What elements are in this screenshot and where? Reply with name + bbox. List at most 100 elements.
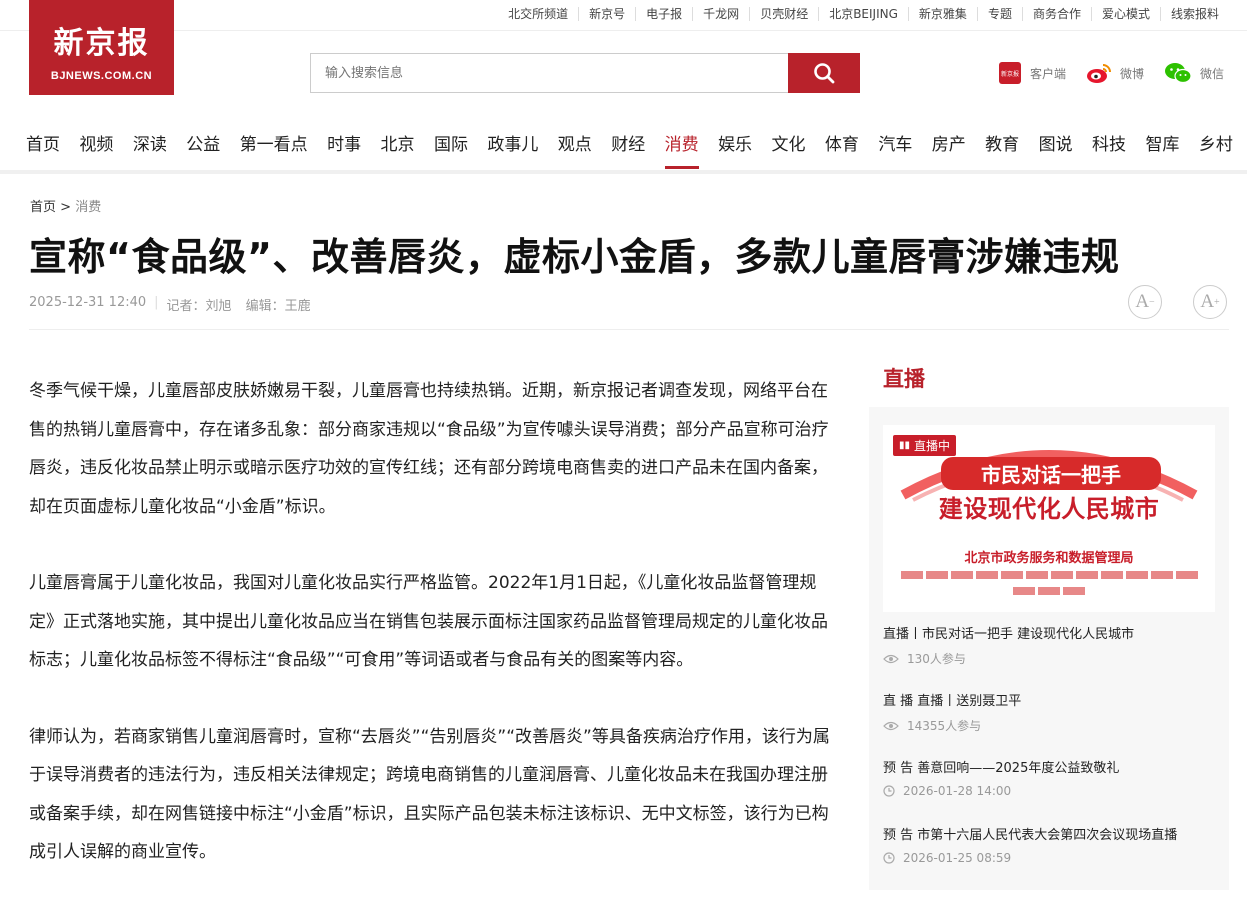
top-link[interactable]: 爱心模式 — [1090, 7, 1160, 21]
nav-item-finance[interactable]: 财经 — [611, 130, 645, 155]
live-item[interactable]: 直播丨市民对话一把手 建设现代化人民城市 130人参与 — [883, 623, 1223, 667]
minus-icon: − — [1149, 296, 1155, 308]
top-link[interactable]: 新京雅集 — [907, 7, 977, 21]
live-item[interactable]: 预 告 市第十六届人民代表大会第四次会议现场直播 2026-01-25 08:5… — [883, 824, 1223, 865]
weibo-link[interactable]: 微博 — [1086, 61, 1144, 85]
nav-item-first[interactable]: 第一看点 — [240, 130, 308, 155]
sidebar-title: 直播 — [883, 367, 925, 391]
live-item[interactable]: 直 播 直播丨送别聂卫平 14355人参与 — [883, 690, 1223, 734]
live-item[interactable]: 预 告 善意回响——2025年度公益致敬礼 2026-01-28 14:00 — [883, 757, 1223, 798]
top-link[interactable]: 新京号 — [578, 7, 635, 21]
live-item-sub: 130人参与 — [907, 652, 966, 666]
live-badge: ▮▮ 直播中 — [893, 435, 957, 456]
clock-icon — [883, 852, 895, 864]
top-link[interactable]: 北交所频道 — [498, 7, 578, 21]
banner-partner-logos — [891, 571, 1207, 599]
nav-item-culture[interactable]: 文化 — [771, 130, 805, 155]
wechat-icon — [1164, 62, 1192, 84]
breadcrumb-home[interactable]: 首页 — [30, 200, 56, 215]
partner-logo — [1125, 571, 1148, 579]
live-icon: ▮▮ — [899, 440, 911, 451]
partner-logo — [975, 571, 998, 579]
top-link[interactable]: 千龙网 — [692, 7, 749, 21]
nav-item-consumer[interactable]: 消费 — [664, 130, 699, 169]
search-input[interactable] — [311, 54, 789, 92]
live-item-title: 预 告 市第十六届人民代表大会第四次会议现场直播 — [883, 828, 1178, 843]
live-banner[interactable]: ▮▮ 直播中 市民对话一把手 建设现代化人民城市 北京市政务服务和数据管理局 — [883, 425, 1215, 612]
live-item-title: 直播丨市民对话一把手 建设现代化人民城市 — [883, 627, 1135, 642]
top-links: 北交所频道 新京号 电子报 千龙网 贝壳财经 北京BEIJING 新京雅集 专题… — [498, 7, 1229, 21]
live-item-title: 直 播 直播丨送别聂卫平 — [883, 694, 1022, 709]
search-button[interactable] — [788, 53, 860, 93]
nav-item-entertainment[interactable]: 娱乐 — [718, 130, 752, 155]
nav-item-think[interactable]: 智库 — [1145, 130, 1179, 155]
weibo-icon — [1086, 62, 1112, 84]
partner-logo — [900, 571, 923, 579]
nav-item-deep[interactable]: 深读 — [133, 130, 167, 155]
font-increase-label: A — [1200, 291, 1215, 312]
partner-logo — [1100, 571, 1123, 579]
nav-item-sports[interactable]: 体育 — [825, 130, 859, 155]
article-paragraph: 冬季气候干燥，儿童唇部皮肤娇嫩易干裂，儿童唇膏也持续热销。近期，新京报记者调查发… — [29, 381, 829, 517]
nav-item-politics[interactable]: 政事儿 — [487, 130, 538, 155]
article-title: 宣称“食品级”、改善唇炎，虚标小金盾，多款儿童唇膏涉嫌违规 — [29, 235, 1120, 279]
live-item-meta: 14355人参与 — [883, 717, 1223, 734]
partner-logo — [1150, 571, 1173, 579]
nav-item-current[interactable]: 时事 — [327, 130, 361, 155]
partner-logo — [1063, 586, 1085, 595]
breadcrumb-sep: > — [60, 200, 72, 215]
eye-icon — [883, 721, 899, 731]
clock-icon — [883, 785, 895, 797]
banner-line3: 北京市政务服务和数据管理局 — [964, 551, 1134, 566]
live-item-title: 预 告 善意回响——2025年度公益致敬礼 — [883, 761, 1120, 776]
nav-item-charity[interactable]: 公益 — [186, 130, 220, 155]
nav-item-auto[interactable]: 汽车 — [878, 130, 912, 155]
nav-item-home[interactable]: 首页 — [26, 130, 60, 155]
client-icon-label: 新京报 — [1001, 70, 1019, 78]
share-bar: 新京报 客户端 微博 微信 — [998, 61, 1224, 85]
nav-divider — [0, 170, 1247, 174]
top-link[interactable]: 电子报 — [635, 7, 692, 21]
live-item-meta: 2026-01-28 14:00 — [883, 784, 1223, 798]
top-link[interactable]: 贝壳财经 — [749, 7, 818, 21]
wechat-label: 微信 — [1200, 66, 1225, 81]
nav-item-video[interactable]: 视频 — [79, 130, 113, 155]
live-badge-label: 直播中 — [914, 439, 951, 453]
nav-item-tech[interactable]: 科技 — [1092, 130, 1126, 155]
font-decrease-label: A — [1135, 291, 1150, 312]
font-decrease-button[interactable]: A − — [1128, 285, 1162, 319]
nav-item-education[interactable]: 教育 — [985, 130, 1019, 155]
top-link[interactable]: 线索报料 — [1159, 7, 1229, 21]
weibo-label: 微博 — [1120, 66, 1145, 81]
article-reporter: 记者：刘旭 — [166, 299, 232, 314]
partner-logo — [1000, 571, 1023, 579]
top-bar: 北交所频道 新京号 电子报 千龙网 贝壳财经 北京BEIJING 新京雅集 专题… — [0, 0, 1247, 31]
partner-logo — [1025, 571, 1048, 579]
breadcrumb: 首页 > 消费 — [30, 196, 101, 215]
partner-logo — [1013, 586, 1035, 595]
client-link[interactable]: 新京报 客户端 — [998, 61, 1066, 85]
live-item-meta: 130人参与 — [883, 650, 1223, 667]
nav-item-photo[interactable]: 图说 — [1039, 130, 1073, 155]
search-icon — [814, 63, 835, 84]
nav-item-beijing[interactable]: 北京 — [381, 130, 415, 155]
nav-item-rural[interactable]: 乡村 — [1199, 130, 1233, 155]
nav-item-international[interactable]: 国际 — [434, 130, 468, 155]
nav-item-opinion[interactable]: 观点 — [558, 130, 592, 155]
nav-item-house[interactable]: 房产 — [932, 130, 966, 155]
wechat-link[interactable]: 微信 — [1164, 61, 1224, 85]
top-link[interactable]: 北京BEIJING — [818, 7, 908, 21]
meta-sep: | — [154, 295, 159, 310]
live-sidebar: ▮▮ 直播中 市民对话一把手 建设现代化人民城市 北京市政务服务和数据管理局 直… — [869, 407, 1229, 890]
partner-logo — [950, 571, 973, 579]
partner-logo — [1075, 571, 1098, 579]
breadcrumb-current[interactable]: 消费 — [75, 200, 101, 215]
top-link[interactable]: 商务合作 — [1021, 7, 1091, 21]
partner-logo — [1050, 571, 1073, 579]
site-logo[interactable]: 新京报 BJNEWS.COM.CN — [29, 0, 174, 95]
partner-logo — [1038, 586, 1060, 595]
article-date: 2025-12-31 12:40 — [29, 295, 147, 310]
font-increase-button[interactable]: A + — [1193, 285, 1227, 319]
top-link[interactable]: 专题 — [976, 7, 1022, 21]
client-label: 客户端 — [1030, 66, 1067, 81]
